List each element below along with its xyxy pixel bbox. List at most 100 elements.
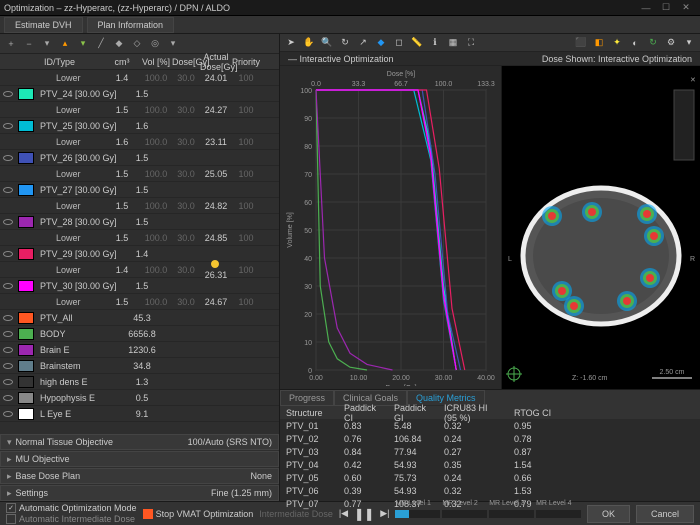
mr-level-3[interactable]: MR Level 3	[489, 510, 534, 518]
objective-row[interactable]: Lower1.4100.030.026.31100	[0, 262, 279, 278]
objectives-list[interactable]: Lower1.4100.030.024.01100PTV_24 [30.00 G…	[0, 70, 279, 433]
more-icon[interactable]: ▾	[166, 37, 180, 51]
color-swatch[interactable]	[18, 360, 34, 372]
objective-row[interactable]: Lower1.5100.030.024.82100	[0, 198, 279, 214]
point-icon[interactable]: ◆	[112, 37, 126, 51]
tab-plan-info[interactable]: Plan Information	[87, 17, 175, 33]
objective-row[interactable]: PTV_26 [30.00 Gy]1.5	[0, 150, 279, 166]
info-icon[interactable]: ℹ	[428, 36, 442, 50]
objective-row[interactable]: high dens E1.3	[0, 374, 279, 390]
objective-row[interactable]: PTV_30 [30.00 Gy]1.5	[0, 278, 279, 294]
eye-icon[interactable]	[0, 155, 16, 161]
objective-row[interactable]: Brainstem34.8	[0, 358, 279, 374]
color-swatch[interactable]	[18, 392, 34, 404]
metrics-row[interactable]: PTV_050.6075.730.240.66	[280, 471, 700, 484]
metrics-row[interactable]: PTV_060.3954.930.321.53	[280, 484, 700, 497]
section-base-dose-plan[interactable]: Base Dose PlanNone	[0, 468, 279, 484]
minimize-icon[interactable]: —	[636, 3, 656, 13]
eye-icon[interactable]	[0, 251, 16, 257]
eye-icon[interactable]	[0, 395, 16, 401]
objective-row[interactable]: PTV_All45.3	[0, 310, 279, 326]
color-swatch[interactable]	[18, 328, 34, 340]
objective-row[interactable]: PTV_27 [30.00 Gy]1.5	[0, 182, 279, 198]
mr-level-2[interactable]: MR Level 2	[442, 510, 487, 518]
eye-icon[interactable]	[0, 91, 16, 97]
metrics-row[interactable]: PTV_010.835.480.320.95	[280, 419, 700, 432]
objective-row[interactable]: Lower1.5100.030.024.85100	[0, 230, 279, 246]
eye-icon[interactable]	[0, 331, 16, 337]
color-swatch[interactable]	[18, 408, 34, 420]
objective-row[interactable]: Brain E1230.6	[0, 342, 279, 358]
color-swatch[interactable]	[18, 344, 34, 356]
auto-inter-checkbox[interactable]	[6, 514, 16, 524]
maximize-icon[interactable]: ☐	[656, 2, 676, 13]
line-icon[interactable]: ╱	[94, 37, 108, 51]
color-swatch[interactable]	[18, 88, 34, 100]
objective-row[interactable]: Lower1.5100.030.025.05100	[0, 166, 279, 182]
objective-row[interactable]: L Eye E9.1	[0, 406, 279, 422]
eye-icon[interactable]	[0, 315, 16, 321]
hand-icon[interactable]: ✋	[302, 36, 316, 50]
beams-icon[interactable]: ✦	[610, 36, 624, 50]
mode-icon[interactable]: ◐	[628, 36, 642, 50]
objective-row[interactable]: Lower1.4100.030.024.01100	[0, 70, 279, 86]
objective-row[interactable]: PTV_24 [30.00 Gy]1.5	[0, 86, 279, 102]
color-swatch[interactable]	[18, 312, 34, 324]
diamond-icon[interactable]: ◆	[374, 36, 388, 50]
eye-icon[interactable]	[0, 123, 16, 129]
color-swatch[interactable]	[18, 248, 34, 260]
tab-estimate-dvh[interactable]: Estimate DVH	[4, 17, 83, 33]
objective-row[interactable]: BODY6656.8	[0, 326, 279, 342]
prev-icon[interactable]: |◀	[339, 508, 348, 519]
ok-button[interactable]: OK	[587, 505, 630, 523]
section-settings[interactable]: SettingsFine (1.25 mm)	[0, 485, 279, 501]
dvh-panel[interactable]: 0.033.366.7100.0133.3Dose [%]10090807060…	[280, 66, 502, 389]
color-swatch[interactable]	[18, 152, 34, 164]
upper-icon[interactable]: ▴	[58, 37, 72, 51]
cancel-button[interactable]: Cancel	[636, 505, 694, 523]
tab-progress[interactable]: Progress	[280, 390, 334, 406]
objective-row[interactable]: PTV_29 [30.00 Gy]1.4	[0, 246, 279, 262]
mean-icon[interactable]: ◇	[130, 37, 144, 51]
pause-icon[interactable]: ❚❚	[354, 507, 374, 521]
rotate-icon[interactable]: ↻	[338, 36, 352, 50]
metrics-row[interactable]: PTV_020.76106.840.240.78	[280, 432, 700, 445]
objective-row[interactable]: Hypophysis E0.5	[0, 390, 279, 406]
mr-level-4[interactable]: MR Level 4	[536, 510, 581, 518]
eye-icon[interactable]	[0, 347, 16, 353]
square-icon[interactable]: ◻	[392, 36, 406, 50]
objective-row[interactable]: Lower1.5100.030.024.27100	[0, 102, 279, 118]
color-swatch[interactable]	[18, 216, 34, 228]
dose-icon[interactable]: ◧	[592, 36, 606, 50]
settings-icon[interactable]: ⚙	[664, 36, 678, 50]
auto-opt-checkbox[interactable]: ✓	[6, 503, 16, 513]
color-swatch[interactable]	[18, 184, 34, 196]
refresh-icon[interactable]: ↻	[646, 36, 660, 50]
stop-icon[interactable]	[143, 509, 153, 519]
objective-row[interactable]: PTV_28 [30.00 Gy]1.5	[0, 214, 279, 230]
structures-icon[interactable]: ⬛	[574, 36, 588, 50]
axial-view[interactable]: Isodoses30.00 Gy28.50 Gy27.00 Gy24.00 Gy…	[502, 66, 700, 389]
color-swatch[interactable]	[18, 280, 34, 292]
layout-icon[interactable]: ▦	[446, 36, 460, 50]
eye-icon[interactable]	[0, 283, 16, 289]
eye-icon[interactable]	[0, 363, 16, 369]
eye-icon[interactable]	[0, 187, 16, 193]
add-icon[interactable]: +	[4, 37, 18, 51]
section-normal-tissue-objective[interactable]: Normal Tissue Objective100/Auto (SRS NTO…	[0, 434, 279, 450]
metrics-row[interactable]: PTV_030.8477.940.270.87	[280, 445, 700, 458]
expand-icon[interactable]: ⛶	[464, 36, 478, 50]
zoom-icon[interactable]: 🔍	[320, 36, 334, 50]
eye-icon[interactable]	[0, 411, 16, 417]
arrow-icon[interactable]: ↗	[356, 36, 370, 50]
geu-icon[interactable]: ◎	[148, 37, 162, 51]
ruler-icon[interactable]: 📏	[410, 36, 424, 50]
next-icon[interactable]: ▶|	[380, 508, 389, 519]
mr-level-1[interactable]: MR Level 1	[395, 510, 440, 518]
eye-icon[interactable]	[0, 219, 16, 225]
objective-row[interactable]: Lower1.5100.030.024.67100	[0, 294, 279, 310]
eye-icon[interactable]	[0, 379, 16, 385]
remove-icon[interactable]: −	[22, 37, 36, 51]
section-mu-objective[interactable]: MU Objective	[0, 451, 279, 467]
grid-icon[interactable]: ▾	[682, 36, 696, 50]
